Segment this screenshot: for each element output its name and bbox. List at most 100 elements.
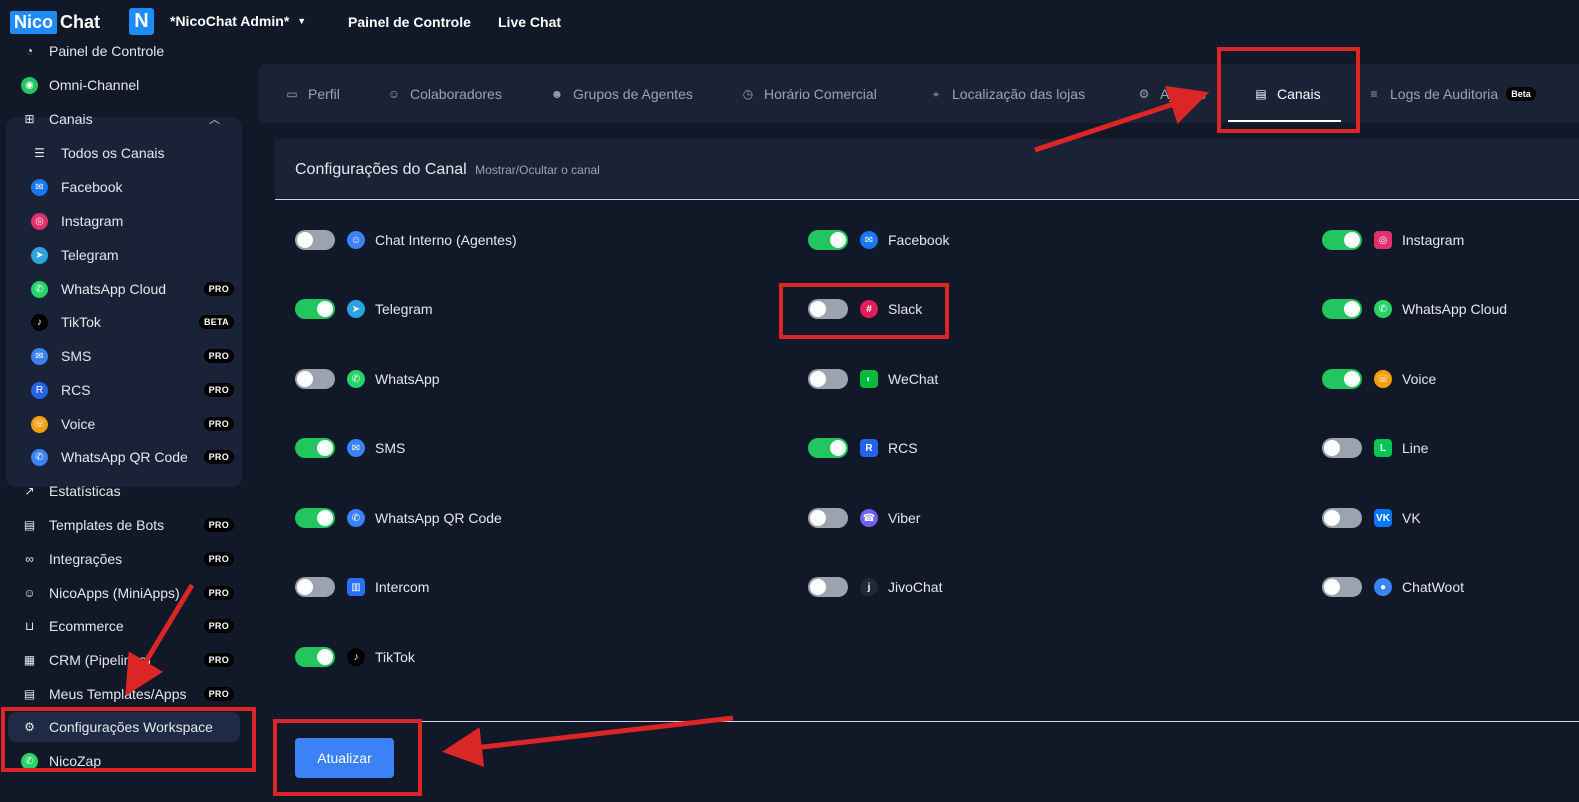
sidebar-item-label: Ecommerce <box>49 618 124 634</box>
sidebar-item-whatsapp-cloud[interactable]: ✆ WhatsApp Cloud PRO <box>0 274 244 304</box>
tab-localizacao-das-lojas[interactable]: ⌖ Localização das lojas <box>928 86 1085 102</box>
sidebar-item-nicoapps-miniapps[interactable]: ☺ NicoApps (MiniApps) PRO <box>0 578 244 608</box>
tab-logs-de-auditoria[interactable]: ≡ Logs de Auditoria Beta <box>1366 86 1536 102</box>
sidebar-item-canais[interactable]: ⊞ Canais ︿ <box>0 104 244 134</box>
channel-row-jivochat: j JivoChat <box>808 576 942 598</box>
nav-painel-de-controle[interactable]: Painel de Controle <box>348 14 471 30</box>
whatsapp-qr-icon: ✆ <box>347 509 365 527</box>
panel-title: Configurações do Canal <box>295 161 467 178</box>
toggle-knob <box>830 440 846 456</box>
channel-toggle-tiktok[interactable] <box>295 647 335 667</box>
channel-toggle-chatwoot[interactable] <box>1322 577 1362 597</box>
sidebar-item-integracoes[interactable]: ∞ Integrações PRO <box>0 544 244 574</box>
channel-row-whatsapp-cloud: ✆ WhatsApp Cloud <box>1322 298 1507 320</box>
tab-ajustes[interactable]: ⚙ Ajustes <box>1136 86 1206 102</box>
toggle-knob <box>810 579 826 595</box>
panel-title-wrap: Configurações do Canal Mostrar/Ocultar o… <box>295 161 600 179</box>
channel-toggle-whatsapp-cloud[interactable] <box>1322 299 1362 319</box>
sidebar-item-label: Templates de Bots <box>49 517 165 533</box>
channel-row-wechat: ◐ WeChat <box>808 368 938 390</box>
instagram-icon: ◎ <box>1374 231 1392 249</box>
channel-toggle-chat-interno-agentes[interactable] <box>295 230 335 250</box>
gear-icon: ⚙ <box>1138 87 1150 101</box>
sidebar-item-rcs[interactable]: R RCS PRO <box>0 375 244 405</box>
channel-toggle-jivochat[interactable] <box>808 577 848 597</box>
tab-label: Grupos de Agentes <box>573 86 693 102</box>
voice-icon: ☏ <box>31 415 48 433</box>
channel-toggle-rcs[interactable] <box>808 438 848 458</box>
sidebar-item-templates-de-bots[interactable]: ▤ Templates de Bots PRO <box>0 510 244 540</box>
channel-toggle-voice[interactable] <box>1322 369 1362 389</box>
toggle-knob <box>317 649 333 665</box>
chart-icon: ↗ <box>24 484 35 498</box>
sidebar-item-label: SMS <box>61 348 92 364</box>
sidebar-item-sms[interactable]: ✉ SMS PRO <box>0 341 244 371</box>
sidebar-item-painel-de-controle[interactable]: ◔ Painel de Controle <box>0 36 244 66</box>
omni-channel-icon: ◉ <box>21 76 38 94</box>
sidebar-item-crm-pipelines[interactable]: ▦ CRM (Pipelines) PRO <box>0 645 244 675</box>
channel-toggle-telegram[interactable] <box>295 299 335 319</box>
channel-row-vk: VK VK <box>1322 507 1421 529</box>
channel-toggle-sms[interactable] <box>295 438 335 458</box>
toggle-knob <box>1324 510 1340 526</box>
database-icon: ≡ <box>1370 87 1378 101</box>
channel-toggle-intercom[interactable] <box>295 577 335 597</box>
channel-toggle-wechat[interactable] <box>808 369 848 389</box>
channel-toggle-line[interactable] <box>1322 438 1362 458</box>
tab-perfil[interactable]: ▭ Perfil <box>284 86 340 102</box>
sidebar-item-label: Meus Templates/Apps <box>49 686 187 702</box>
channel-row-intercom: ▥ Intercom <box>295 576 429 598</box>
sidebar-item-estatisticas[interactable]: ↗ Estatísticas <box>0 476 244 506</box>
channel-label: Voice <box>1402 371 1437 387</box>
tab-label: Ajustes <box>1160 86 1206 102</box>
viber-icon: ☎ <box>860 509 878 527</box>
sidebar-item-whatsapp-qr-code[interactable]: ✆ WhatsApp QR Code PRO <box>0 442 244 472</box>
channel-toggle-viber[interactable] <box>808 508 848 528</box>
sidebar-item-voice[interactable]: ☏ Voice PRO <box>0 409 244 439</box>
link-icon: ∞ <box>25 552 34 566</box>
annotation-box-workspace-settings <box>1 707 256 772</box>
tab-horario-comercial[interactable]: ◷ Horário Comercial <box>740 86 877 102</box>
channel-row-chatwoot: ● ChatWoot <box>1322 576 1464 598</box>
sidebar-item-tiktok[interactable]: ♪ TikTok BETA <box>0 307 244 337</box>
workspace-avatar[interactable]: N <box>129 8 154 35</box>
nicochat-logo[interactable]: Nico Chat <box>10 10 100 34</box>
whatsapp-icon: ✆ <box>1374 300 1392 318</box>
toggle-knob <box>297 232 313 248</box>
channel-toggle-whatsapp-qr-code[interactable] <box>295 508 335 528</box>
sidebar-item-facebook[interactable]: ✉ Facebook <box>0 172 244 202</box>
channel-row-rcs: R RCS <box>808 437 918 459</box>
sidebar-item-label: Telegram <box>61 247 119 263</box>
sidebar-item-todos-os-canais[interactable]: ☰ Todos os Canais <box>0 138 244 168</box>
plan-badge: PRO <box>203 653 234 667</box>
sidebar-item-label: Todos os Canais <box>61 145 165 161</box>
instagram-icon: ◎ <box>31 212 48 230</box>
sidebar-item-telegram[interactable]: ➤ Telegram <box>0 240 244 270</box>
sidebar-item-label: CRM (Pipelines) <box>49 652 151 668</box>
chevron-up-icon[interactable]: ︿ <box>209 111 220 127</box>
channel-toggle-instagram[interactable] <box>1322 230 1362 250</box>
workspace-switcher[interactable]: *NicoChat Admin* ▼ <box>170 13 306 29</box>
tab-colaboradores[interactable]: ☺ Colaboradores <box>386 86 502 102</box>
sidebar-item-label: Omni-Channel <box>49 77 140 93</box>
briefcase-icon: ▭ <box>286 87 298 101</box>
sidebar-item-omni-channel[interactable]: ◉ Omni-Channel <box>0 70 244 100</box>
annotation-box-canais-tab <box>1217 47 1360 133</box>
whatsapp-icon: ✆ <box>31 280 48 298</box>
tab-grupos-de-agentes[interactable]: ☻ Grupos de Agentes <box>549 86 693 102</box>
logo-chat: Chat <box>60 11 101 32</box>
panel-divider-top <box>275 199 1579 200</box>
toggle-knob <box>830 232 846 248</box>
sidebar-item-instagram[interactable]: ◎ Instagram <box>0 206 244 236</box>
tab-label: Logs de Auditoria <box>1390 86 1499 102</box>
users-icon: ☻ <box>550 87 564 101</box>
sidebar-item-label: Painel de Controle <box>49 43 165 59</box>
sidebar-item-ecommerce[interactable]: ⊔ Ecommerce PRO <box>0 611 244 641</box>
sidebar-item-label: Facebook <box>61 179 123 195</box>
toggle-knob <box>317 301 333 317</box>
channel-toggle-vk[interactable] <box>1322 508 1362 528</box>
channel-toggle-whatsapp[interactable] <box>295 369 335 389</box>
channel-toggle-facebook[interactable] <box>808 230 848 250</box>
nav-live-chat[interactable]: Live Chat <box>498 14 561 30</box>
sidebar-item-meus-templates-apps[interactable]: ▤ Meus Templates/Apps PRO <box>0 679 244 709</box>
